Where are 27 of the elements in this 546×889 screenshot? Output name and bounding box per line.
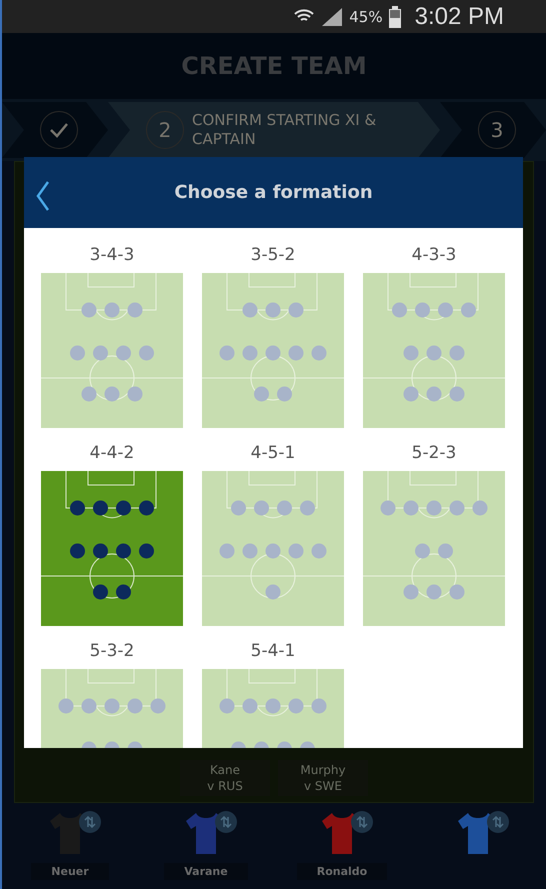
swap-icon[interactable]	[487, 811, 509, 833]
signal-icon	[321, 6, 344, 26]
player-name: Varane	[164, 863, 248, 880]
step-label: CONFIRM STARTING XI & CAPTAIN	[192, 111, 378, 149]
step-number: 3	[478, 111, 516, 149]
swap-icon[interactable]	[79, 811, 101, 833]
battery-percent: 45%	[349, 8, 383, 26]
formation-option[interactable]: 4-4-2	[41, 443, 183, 626]
formation-option[interactable]: 5-4-1	[202, 641, 344, 748]
formation-option[interactable]: 5-2-3	[363, 443, 505, 626]
player-name: Ronaldo	[296, 863, 388, 880]
dialog-title: Choose a formation	[174, 182, 373, 203]
formation-option[interactable]: 4-5-1	[202, 443, 344, 626]
fixture-label: Murphy v SWE	[278, 760, 368, 796]
battery-icon	[388, 6, 401, 28]
check-icon	[40, 111, 78, 149]
player-name: Neuer	[31, 863, 109, 880]
formation-option[interactable]: 3-4-3	[41, 245, 183, 428]
page-title: CREATE TEAM	[181, 52, 367, 80]
swap-icon[interactable]	[215, 811, 237, 833]
step-number: 2	[146, 111, 184, 149]
formation-option[interactable]: 3-5-2	[202, 245, 344, 428]
formation-option[interactable]: 5-3-2	[41, 641, 183, 748]
swap-icon[interactable]	[351, 811, 373, 833]
clock-time: 3:02 PM	[414, 2, 504, 30]
fixture-label: Kane v RUS	[180, 760, 270, 796]
formation-option[interactable]: 4-3-3	[363, 245, 505, 428]
